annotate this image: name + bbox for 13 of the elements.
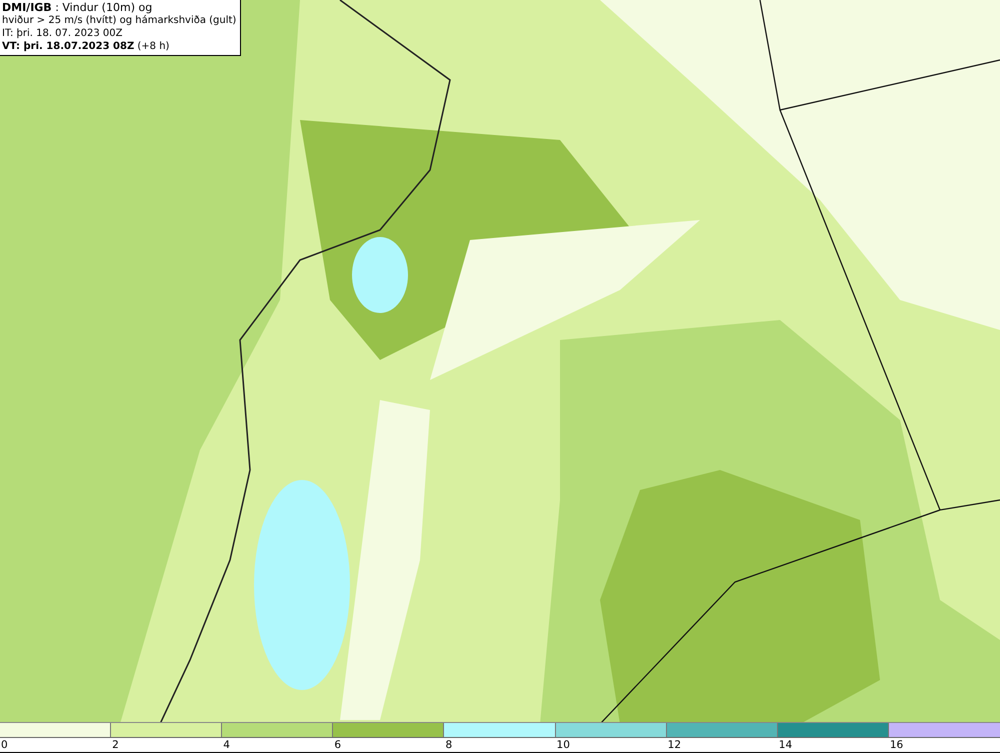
tick-label: 6 — [334, 739, 342, 751]
tick-label: 12 — [668, 739, 682, 751]
legend-text: IT: þri. 18. 07. 2023 00Z — [2, 27, 124, 40]
legend-text: DMI/IGB : Vindur (10m) og — [2, 1, 154, 14]
tick-label: 8 — [445, 739, 452, 751]
tick-label: 2 — [112, 739, 119, 751]
tick-label: 10 — [556, 739, 570, 751]
legend-text: VT: þri. 18.07.2023 08Z (+8 h) — [2, 40, 170, 53]
tick-label: 0 — [1, 739, 8, 751]
tick-label: 14 — [778, 739, 792, 751]
legend-text: hviður > 25 m/s (hvítt) og hámarkshviða (gult) — [2, 14, 236, 27]
tick-label: 4 — [223, 739, 230, 751]
tick-label: 16 — [890, 739, 904, 751]
